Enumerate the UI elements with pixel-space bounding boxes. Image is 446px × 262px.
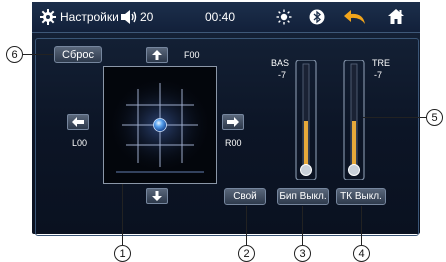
treble-value: -7 — [374, 70, 383, 80]
callout-6-line — [23, 54, 53, 55]
fader-down-button[interactable] — [146, 188, 168, 204]
gear-icon[interactable] — [40, 9, 56, 25]
page-title: Настройки — [60, 10, 119, 24]
tk-toggle-button[interactable]: ТК Выкл. — [336, 188, 386, 205]
balance-right-button[interactable] — [222, 114, 244, 130]
left-value: L00 — [72, 138, 88, 148]
arrow-right-icon — [227, 117, 239, 127]
status-bar: Настройки 20 00:40 — [32, 2, 420, 33]
fader-balance-pad[interactable] — [103, 66, 217, 184]
tk-label: ТК Выкл. — [340, 191, 382, 202]
arrow-down-icon — [152, 191, 162, 201]
callout-4: 4 — [353, 245, 370, 262]
back-arrow-icon[interactable] — [343, 9, 367, 25]
callout-6: 6 — [6, 46, 23, 63]
speaker-icon[interactable] — [120, 10, 138, 24]
bluetooth-icon[interactable] — [309, 9, 325, 25]
beep-label: Бип Выкл. — [279, 191, 327, 202]
fader-position-knob[interactable] — [153, 118, 167, 132]
bass-label: BAS — [271, 58, 290, 68]
balance-left-button[interactable] — [67, 114, 89, 130]
sun-icon[interactable] — [276, 9, 292, 25]
treble-slider[interactable] — [342, 59, 366, 181]
callout-3: 3 — [294, 245, 311, 262]
custom-preset-button[interactable]: Свой — [224, 188, 266, 205]
arrow-up-icon — [152, 50, 162, 60]
beep-toggle-button[interactable]: Бип Выкл. — [277, 188, 329, 205]
callout-5-line — [363, 117, 426, 118]
bass-slider[interactable] — [294, 59, 318, 181]
callout-4-line — [361, 206, 362, 245]
home-icon[interactable] — [387, 8, 405, 25]
callout-3-line — [302, 206, 303, 245]
fader-grid — [108, 77, 212, 173]
volume-level: 20 — [140, 10, 154, 24]
treble-label: TRE — [372, 58, 390, 68]
callout-1: 1 — [114, 245, 131, 262]
callout-5: 5 — [426, 109, 443, 126]
front-value: F00 — [184, 50, 200, 60]
callout-2: 2 — [238, 245, 255, 262]
arrow-left-icon — [72, 117, 84, 127]
custom-label: Свой — [233, 191, 257, 202]
callout-1-line — [122, 184, 123, 245]
fader-up-button[interactable] — [146, 47, 168, 63]
reset-label: Сброс — [62, 48, 94, 61]
clock-time: 00:40 — [205, 10, 236, 24]
callout-2-line — [246, 206, 247, 245]
head-unit-screen: Настройки 20 00:40 Сброс F00 L00 R00 BAS… — [32, 2, 420, 236]
reset-button[interactable]: Сброс — [54, 46, 102, 63]
right-value: R00 — [225, 138, 242, 148]
bass-value: -7 — [278, 70, 287, 80]
